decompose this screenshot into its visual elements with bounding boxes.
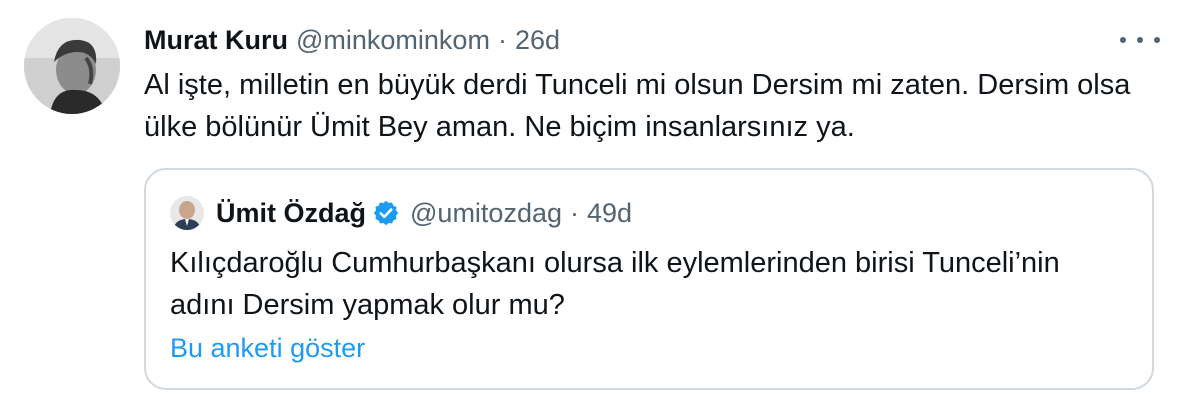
quoted-author-avatar[interactable] <box>170 196 204 230</box>
quoted-tweet-text: Kılıçdaroğlu Cumhurbaşkanı olursa ilk ey… <box>170 247 1060 321</box>
separator-dot: · <box>497 24 507 55</box>
verified-badge-icon <box>372 199 400 227</box>
more-dot <box>1120 37 1126 43</box>
more-horizontal-icon[interactable] <box>1120 28 1160 52</box>
quoted-tweet-header: Ümit Özdağ @umitozdag · 49d <box>216 194 632 232</box>
tweet[interactable]: Murat Kuru @minkominkom · 26d Al işte, m… <box>0 0 1200 412</box>
author-avatar[interactable] <box>24 18 120 114</box>
tweet-text: Al işte, milletin en büyük derdi Tunceli… <box>144 69 1139 143</box>
author-name[interactable]: Murat Kuru <box>144 25 288 56</box>
quoted-tweet-timestamp[interactable]: 49d <box>587 198 632 229</box>
quoted-author-name[interactable]: Ümit Özdağ <box>216 198 366 229</box>
quoted-tweet[interactable]: Ümit Özdağ @umitozdag · 49d Kılıçdaroğlu… <box>144 168 1154 390</box>
more-dot <box>1137 37 1143 43</box>
more-dot <box>1154 37 1160 43</box>
separator-dot: · <box>570 197 579 228</box>
tweet-header: Murat Kuru @minkominkom · 26d <box>144 22 560 58</box>
tweet-timestamp[interactable]: 26d <box>515 25 560 56</box>
quoted-author-handle[interactable]: @umitozdag <box>410 198 562 229</box>
author-handle[interactable]: @minkominkom <box>296 25 490 56</box>
show-poll-link[interactable]: Bu anketi göster <box>170 330 365 366</box>
